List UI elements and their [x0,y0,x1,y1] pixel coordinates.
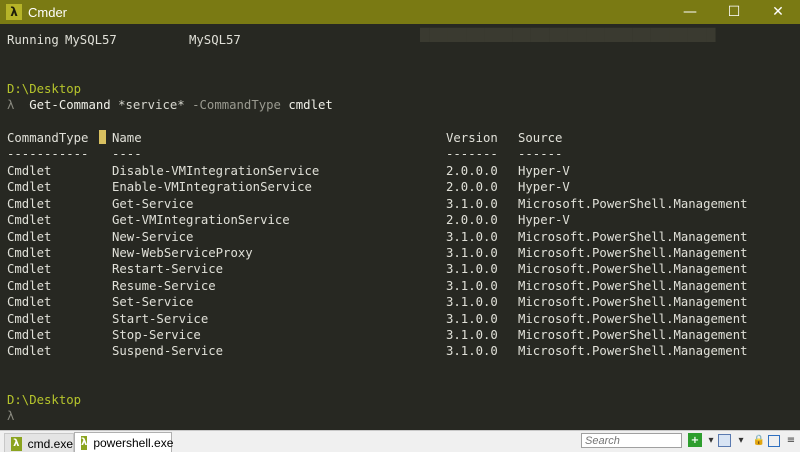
table-header: CommandType Name Version Source [7,130,563,145]
window-title: Cmder [28,4,68,20]
prompt-lambda-2: λ [7,409,15,423]
prompt-path-2: D:\Desktop [7,393,82,407]
dropdown-arrow-icon[interactable]: ▾ [734,433,748,447]
split-view-icon[interactable] [718,434,731,447]
command-line: λ Get-Command *service* -CommandType cmd… [7,98,333,112]
window-list-icon[interactable] [768,435,780,447]
cmder-app-icon: λ [6,4,22,20]
dropdown-arrow-icon[interactable]: ▾ [704,433,718,447]
text-cursor [99,130,106,144]
close-button[interactable]: ✕ [756,0,800,24]
lambda-icon: λ [81,435,88,450]
table-header-underline: ----------- ---- ------- ------ [7,147,563,161]
minimize-button[interactable]: — [668,0,712,24]
background-ghost: ████████████████████████████████ [420,28,716,42]
title-bar[interactable]: λ Cmder — ☐ ✕ [0,0,800,24]
search-input[interactable] [581,433,682,448]
lock-icon[interactable]: 🔒 [752,433,766,447]
tab-label: powershell.exe [93,435,174,450]
tab-label: cmd.exe [27,436,73,451]
new-console-icon[interactable]: + [688,433,702,447]
cmder-window: λ Cmder — ☐ ✕ ██████████████████████████… [0,0,800,452]
console-area[interactable]: ████████████████████████████████ Running… [0,24,800,430]
tab-cmd[interactable]: λ cmd.exe [4,433,74,452]
tab-powershell[interactable]: λ powershell.exe [74,432,174,452]
maximize-button[interactable]: ☐ [712,0,756,24]
lambda-icon: λ [11,436,22,451]
menu-icon[interactable]: ≡ [784,433,798,447]
prompt-path: D:\Desktop [7,82,82,96]
